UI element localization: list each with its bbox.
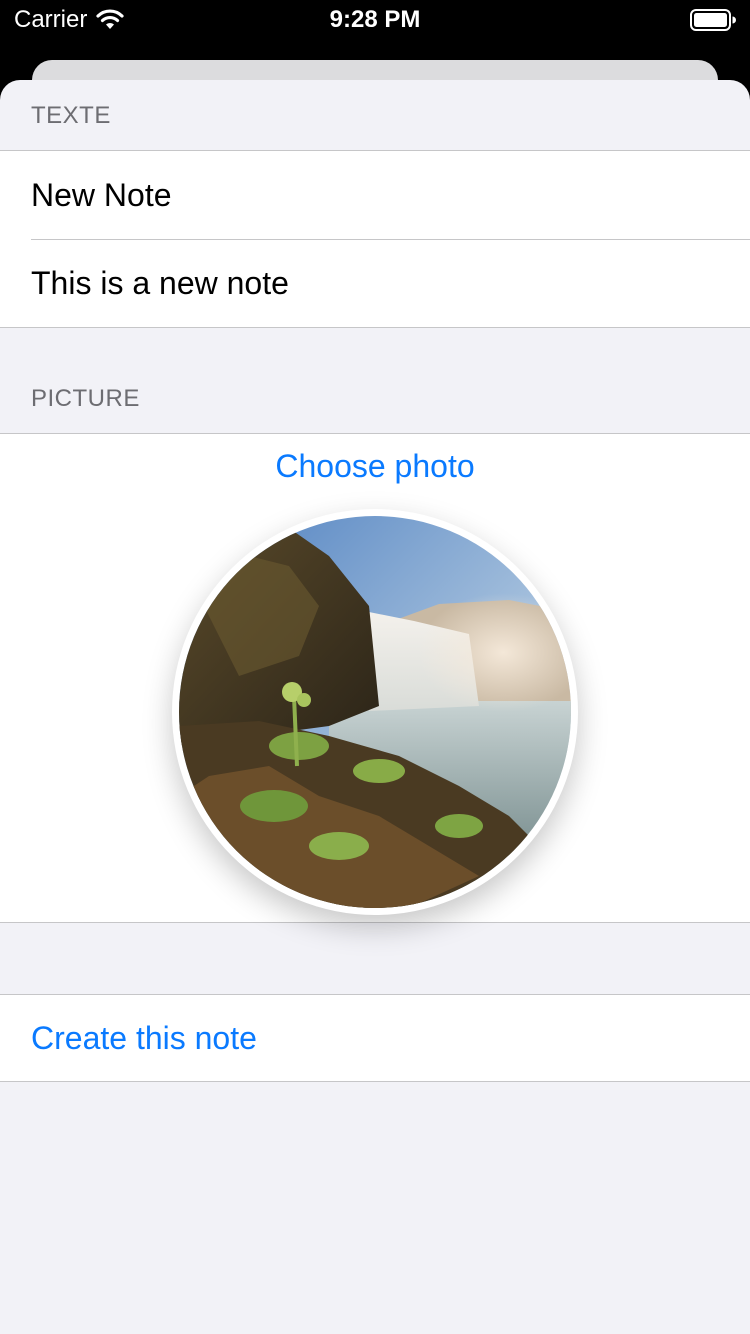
photo-frame[interactable] (172, 509, 578, 915)
photo-image (179, 516, 571, 908)
choose-photo-button[interactable]: Choose photo (0, 448, 750, 485)
action-group: Create this note (0, 994, 750, 1082)
new-note-sheet: TEXTE PICTURE Choose photo (0, 80, 750, 1334)
section-header-picture: PICTURE (31, 385, 140, 412)
create-note-button[interactable]: Create this note (31, 995, 257, 1081)
status-bar: Carrier 9:28 PM (0, 0, 750, 40)
title-field[interactable] (31, 151, 711, 239)
status-time: 9:28 PM (329, 6, 421, 33)
battery-full-icon (690, 9, 736, 31)
title-row (0, 151, 750, 239)
section-header-texte: TEXTE (31, 102, 111, 129)
body-row (0, 239, 750, 327)
picture-group: Choose photo (0, 433, 750, 923)
body-field[interactable] (31, 239, 711, 327)
text-group (0, 150, 750, 328)
